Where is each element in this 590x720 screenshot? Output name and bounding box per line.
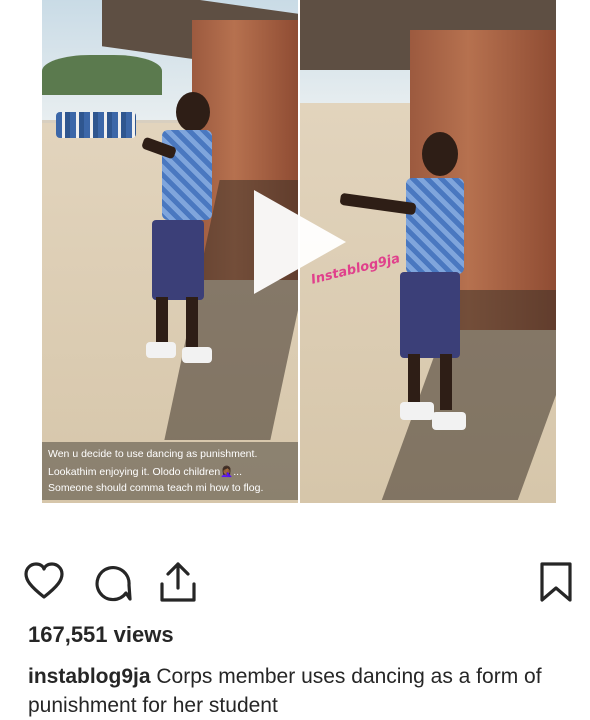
dancing-student <box>339 132 480 452</box>
post-caption: instablog9ja Corps member uses dancing a… <box>28 662 568 720</box>
share-icon[interactable] <box>156 560 200 604</box>
overlay-caption-line-3: Someone should comma teach mi how to flo… <box>48 482 264 494</box>
seated-students <box>56 112 136 138</box>
post-actions-bar <box>0 560 590 610</box>
trees <box>42 55 162 95</box>
comment-icon[interactable] <box>90 560 134 604</box>
overlay-caption-line-2: Lookathim enjoying it. Olodo children🤦🏾‍… <box>48 466 243 478</box>
heart-icon[interactable] <box>22 560 66 604</box>
video-caption-overlay: Wen u decide to use dancing as punishmen… <box>42 442 298 500</box>
overlay-caption-line-1: Wen u decide to use dancing as punishmen… <box>48 448 258 460</box>
play-icon[interactable] <box>254 190 346 294</box>
view-count[interactable]: 167,551 views <box>28 622 174 648</box>
caption-username[interactable]: instablog9ja <box>28 665 151 688</box>
bookmark-icon[interactable] <box>534 560 578 604</box>
dancing-student <box>140 92 232 372</box>
post-video[interactable]: Wen u decide to use dancing as punishmen… <box>42 0 556 503</box>
